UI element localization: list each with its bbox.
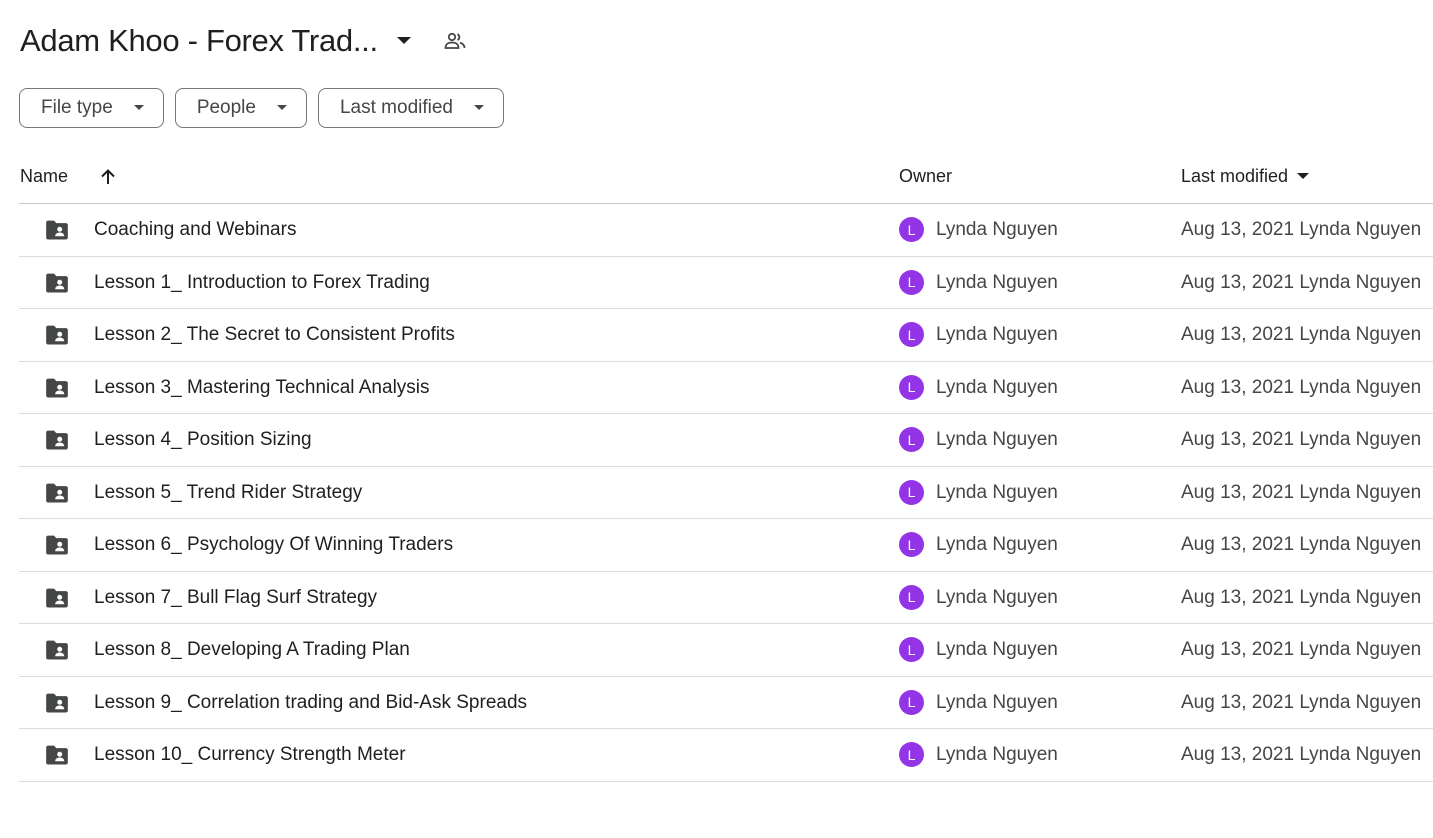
owner-name: Lynda Nguyen [936, 534, 1058, 555]
file-type-filter[interactable]: File type [19, 88, 164, 128]
caret-down-icon [276, 102, 288, 114]
table-row[interactable]: Lesson 8_ Developing A Trading Plan L Ly… [19, 624, 1433, 677]
last-modified: Aug 13, 2021 Lynda Nguyen [1181, 744, 1422, 765]
folder-name[interactable]: Lesson 8_ Developing A Trading Plan [94, 624, 410, 676]
caret-down-icon[interactable] [392, 29, 416, 53]
owner-name: Lynda Nguyen [936, 376, 1058, 398]
avatar: L [899, 427, 924, 452]
caret-down-icon [473, 102, 485, 114]
shared-folder-icon [44, 532, 70, 558]
table-row[interactable]: Lesson 7_ Bull Flag Surf Strategy L Lynd… [19, 572, 1433, 624]
table-row[interactable]: Lesson 6_ Psychology Of Winning Traders … [19, 519, 1433, 572]
last-modified: Aug 13, 2021 Lynda Nguyen [1181, 219, 1422, 240]
table-row[interactable]: Lesson 9_ Correlation trading and Bid-As… [19, 677, 1433, 729]
chip-label: File type [41, 97, 113, 118]
folder-name[interactable]: Lesson 6_ Psychology Of Winning Traders [94, 519, 453, 571]
owner-name: Lynda Nguyen [936, 271, 1058, 293]
avatar: L [899, 742, 924, 767]
table-header: Name Owner Last modified [19, 150, 1433, 204]
shared-folder-icon [44, 742, 70, 768]
chip-label: People [196, 97, 256, 118]
name-column-header[interactable]: Name [20, 150, 118, 203]
table-row[interactable]: Lesson 1_ Introduction to Forex Trading … [19, 257, 1433, 309]
avatar: L [899, 637, 924, 662]
shared-folder-icon [44, 427, 70, 453]
avatar: L [899, 479, 924, 505]
owner-name: Lynda Nguyen [936, 324, 1058, 345]
avatar: L [899, 322, 924, 347]
folder-name[interactable]: Lesson 3_ Mastering Technical Analysis [94, 362, 430, 414]
avatar: L [899, 269, 924, 295]
people-filter[interactable]: People [174, 88, 307, 128]
table-row[interactable]: Lesson 4_ Position Sizing L Lynda Nguyen… [19, 414, 1433, 467]
last-modified: Aug 13, 2021 Lynda Nguyen [1181, 271, 1422, 293]
column-label: Name [20, 166, 69, 186]
avatar: L [899, 217, 924, 242]
avatar: L [899, 374, 924, 400]
shared-folder-icon [44, 480, 70, 506]
shared-folder-icon [44, 270, 70, 296]
avatar: L [899, 689, 924, 715]
people-icon [442, 28, 468, 54]
owner-name: Lynda Nguyen [936, 639, 1058, 660]
folder-name[interactable]: Lesson 5_ Trend Rider Strategy [94, 467, 362, 519]
owner-name: Lynda Nguyen [936, 586, 1058, 608]
shared-folder-icon [44, 322, 70, 348]
arrow-up-icon[interactable] [98, 167, 118, 187]
owner-column-header: Owner [899, 150, 952, 203]
folder-header: Adam Khoo - Forex Trad... [20, 18, 468, 64]
last-modified: Aug 13, 2021 Lynda Nguyen [1181, 534, 1422, 555]
shared-folder-icon [44, 637, 70, 663]
last-modified: Aug 13, 2021 Lynda Nguyen [1181, 324, 1422, 345]
last-modified: Aug 13, 2021 Lynda Nguyen [1181, 639, 1422, 660]
last-modified-column-header[interactable]: Last modified [1181, 150, 1310, 203]
last-modified: Aug 13, 2021 Lynda Nguyen [1181, 481, 1422, 503]
table-row[interactable]: Lesson 3_ Mastering Technical Analysis L… [19, 362, 1433, 414]
table-row[interactable]: Coaching and Webinars L Lynda Nguyen Aug… [19, 204, 1433, 257]
shared-folder-icon [44, 585, 70, 611]
folder-title[interactable]: Adam Khoo - Forex Trad... [20, 23, 378, 59]
filter-chips: File type People Last modified [19, 88, 504, 128]
last-modified: Aug 13, 2021 Lynda Nguyen [1181, 429, 1422, 450]
avatar: L [899, 532, 924, 557]
caret-down-icon [133, 102, 145, 114]
folder-name[interactable]: Lesson 7_ Bull Flag Surf Strategy [94, 572, 377, 624]
column-label: Last modified [1181, 166, 1289, 186]
owner-name: Lynda Nguyen [936, 481, 1058, 503]
owner-name: Lynda Nguyen [936, 691, 1058, 713]
folder-name[interactable]: Coaching and Webinars [94, 204, 296, 256]
folder-name[interactable]: Lesson 9_ Correlation trading and Bid-As… [94, 677, 527, 729]
shared-folder-icon [44, 375, 70, 401]
last-modified: Aug 13, 2021 Lynda Nguyen [1181, 586, 1422, 608]
avatar: L [899, 584, 924, 610]
chip-label: Last modified [339, 97, 453, 118]
folder-name[interactable]: Lesson 1_ Introduction to Forex Trading [94, 257, 430, 309]
table-row[interactable]: Lesson 2_ The Secret to Consistent Profi… [19, 309, 1433, 362]
owner-name: Lynda Nguyen [936, 219, 1058, 240]
owner-name: Lynda Nguyen [936, 429, 1058, 450]
folder-name[interactable]: Lesson 10_ Currency Strength Meter [94, 729, 406, 781]
table-row[interactable]: Lesson 10_ Currency Strength Meter L Lyn… [19, 729, 1433, 782]
caret-down-icon [1296, 170, 1310, 184]
last-modified-filter[interactable]: Last modified [317, 88, 504, 128]
shared-folder-icon [44, 690, 70, 716]
folder-name[interactable]: Lesson 2_ The Secret to Consistent Profi… [94, 309, 455, 361]
shared-folder-icon [44, 217, 70, 243]
last-modified: Aug 13, 2021 Lynda Nguyen [1181, 376, 1422, 398]
last-modified: Aug 13, 2021 Lynda Nguyen [1181, 691, 1422, 713]
owner-name: Lynda Nguyen [936, 744, 1058, 765]
folder-name[interactable]: Lesson 4_ Position Sizing [94, 414, 312, 466]
column-label: Owner [899, 166, 953, 186]
file-list: Name Owner Last modified Coaching and We… [19, 150, 1433, 782]
table-row[interactable]: Lesson 5_ Trend Rider Strategy L Lynda N… [19, 467, 1433, 519]
